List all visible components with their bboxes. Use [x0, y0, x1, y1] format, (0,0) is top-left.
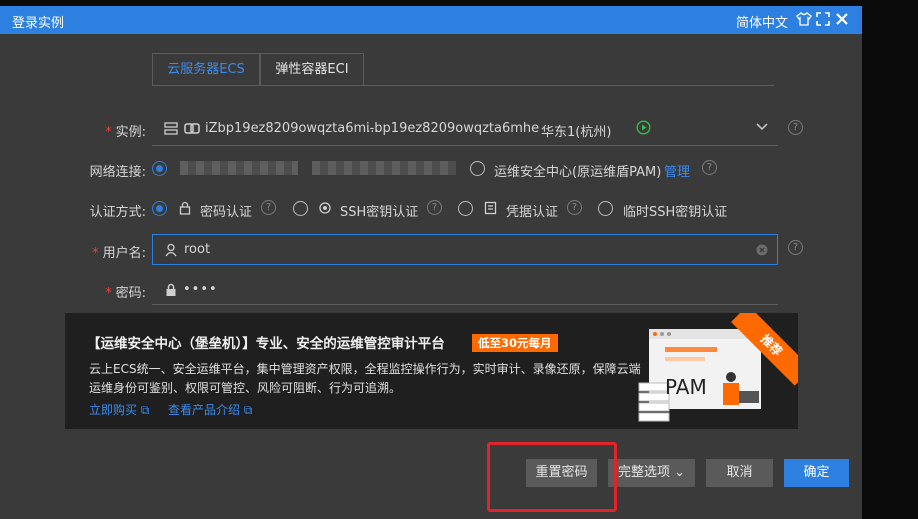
auth-radio-credential[interactable] — [458, 201, 473, 216]
buy-now-link[interactable]: 立即购买 ⧉ — [89, 401, 149, 418]
server-icon — [164, 122, 178, 135]
chevron-down-icon[interactable] — [755, 122, 769, 132]
clear-icon[interactable] — [756, 244, 768, 256]
instance-name: iZbp19ez8209owqzta6m... — [205, 121, 379, 136]
network-radio-pam[interactable] — [470, 161, 485, 176]
highlight-annotation-box — [487, 442, 617, 512]
instance-id: i-bp19ez8209owqzta6mhe — [366, 121, 540, 136]
network-radio-direct[interactable] — [152, 161, 167, 176]
confirm-button[interactable]: 确定 — [784, 459, 849, 487]
running-status-icon — [636, 120, 651, 135]
language-switch[interactable]: 简体中文 — [736, 12, 788, 31]
close-icon[interactable] — [834, 11, 850, 27]
help-icon[interactable]: ? — [427, 200, 442, 215]
instance-region: 华东1(杭州) — [541, 125, 612, 140]
tab-ecs[interactable]: 云服务器ECS — [152, 53, 260, 86]
instance-select-underline — [152, 145, 778, 146]
auth-option-password: 密码认证 — [200, 205, 253, 220]
pam-promo-banner: 【运维安全中心（堡垒机）】专业、安全的运维管控审计平台 低至30元每月 云上EC… — [65, 313, 798, 429]
auth-radio-ssh-key[interactable] — [293, 201, 308, 216]
help-icon[interactable]: ? — [567, 200, 582, 215]
help-icon[interactable]: ? — [788, 120, 803, 135]
link-icon — [184, 123, 200, 134]
tab-divider — [152, 85, 774, 86]
tab-eci[interactable]: 弹性容器ECI — [260, 53, 364, 86]
shirt-icon[interactable] — [796, 11, 812, 27]
auth-label: 认证方式: — [89, 205, 146, 220]
auth-option-ssh-key: SSH密钥认证 — [340, 205, 419, 220]
lock-icon — [166, 283, 176, 296]
promo-description-line1: 云上ECS统一、安全运维平台，集中管理资产权限，全程监控操作行为，实时审计、录像… — [89, 362, 641, 376]
auth-radio-temp-ssh[interactable] — [598, 201, 613, 216]
dialog-titlebar: 登录实例 简体中文 — [0, 6, 862, 34]
redacted-address — [180, 161, 298, 175]
full-options-button[interactable]: 完整选项 ⌄ — [608, 459, 695, 487]
lock-icon — [179, 201, 191, 215]
help-icon[interactable]: ? — [702, 160, 717, 175]
promo-price-badge: 低至30元每月 — [472, 334, 558, 352]
instance-label: * 实例: — [105, 125, 146, 140]
user-icon — [165, 243, 177, 257]
product-intro-link[interactable]: 查看产品介绍 ⧉ — [168, 401, 252, 418]
pam-illustration-text: PAM — [665, 375, 707, 399]
auth-option-temp-ssh: 临时SSH密钥认证 — [623, 205, 728, 220]
auth-radio-password[interactable] — [152, 201, 167, 216]
password-label: * 密码: — [105, 286, 146, 301]
help-icon[interactable]: ? — [788, 240, 803, 255]
password-input[interactable]: •••• — [183, 282, 218, 297]
network-label: 网络连接: — [89, 165, 146, 180]
key-icon — [319, 202, 331, 214]
credential-icon — [484, 201, 497, 215]
network-pam-label: 运维安全中心(原运维盾PAM) — [494, 165, 662, 180]
chevron-down-icon: ⌄ — [674, 465, 686, 480]
promo-heading: 【运维安全中心（堡垒机）】专业、安全的运维管控审计平台 — [87, 336, 445, 352]
username-value: root — [184, 242, 211, 257]
redacted-address — [312, 161, 456, 175]
username-label: * 用户名: — [92, 246, 146, 261]
password-underline — [152, 304, 778, 305]
help-icon[interactable]: ? — [261, 200, 276, 215]
auth-option-credential: 凭据认证 — [506, 205, 559, 220]
cancel-button[interactable]: 取消 — [706, 459, 773, 487]
username-input[interactable] — [152, 234, 778, 265]
expand-icon[interactable] — [815, 11, 831, 27]
promo-description-line2: 运维身份可鉴别、权限可管控、风险可阻断、行为可追溯。 — [89, 381, 402, 395]
dialog-title: 登录实例 — [12, 16, 65, 31]
manage-link[interactable]: 管理 — [664, 161, 690, 180]
